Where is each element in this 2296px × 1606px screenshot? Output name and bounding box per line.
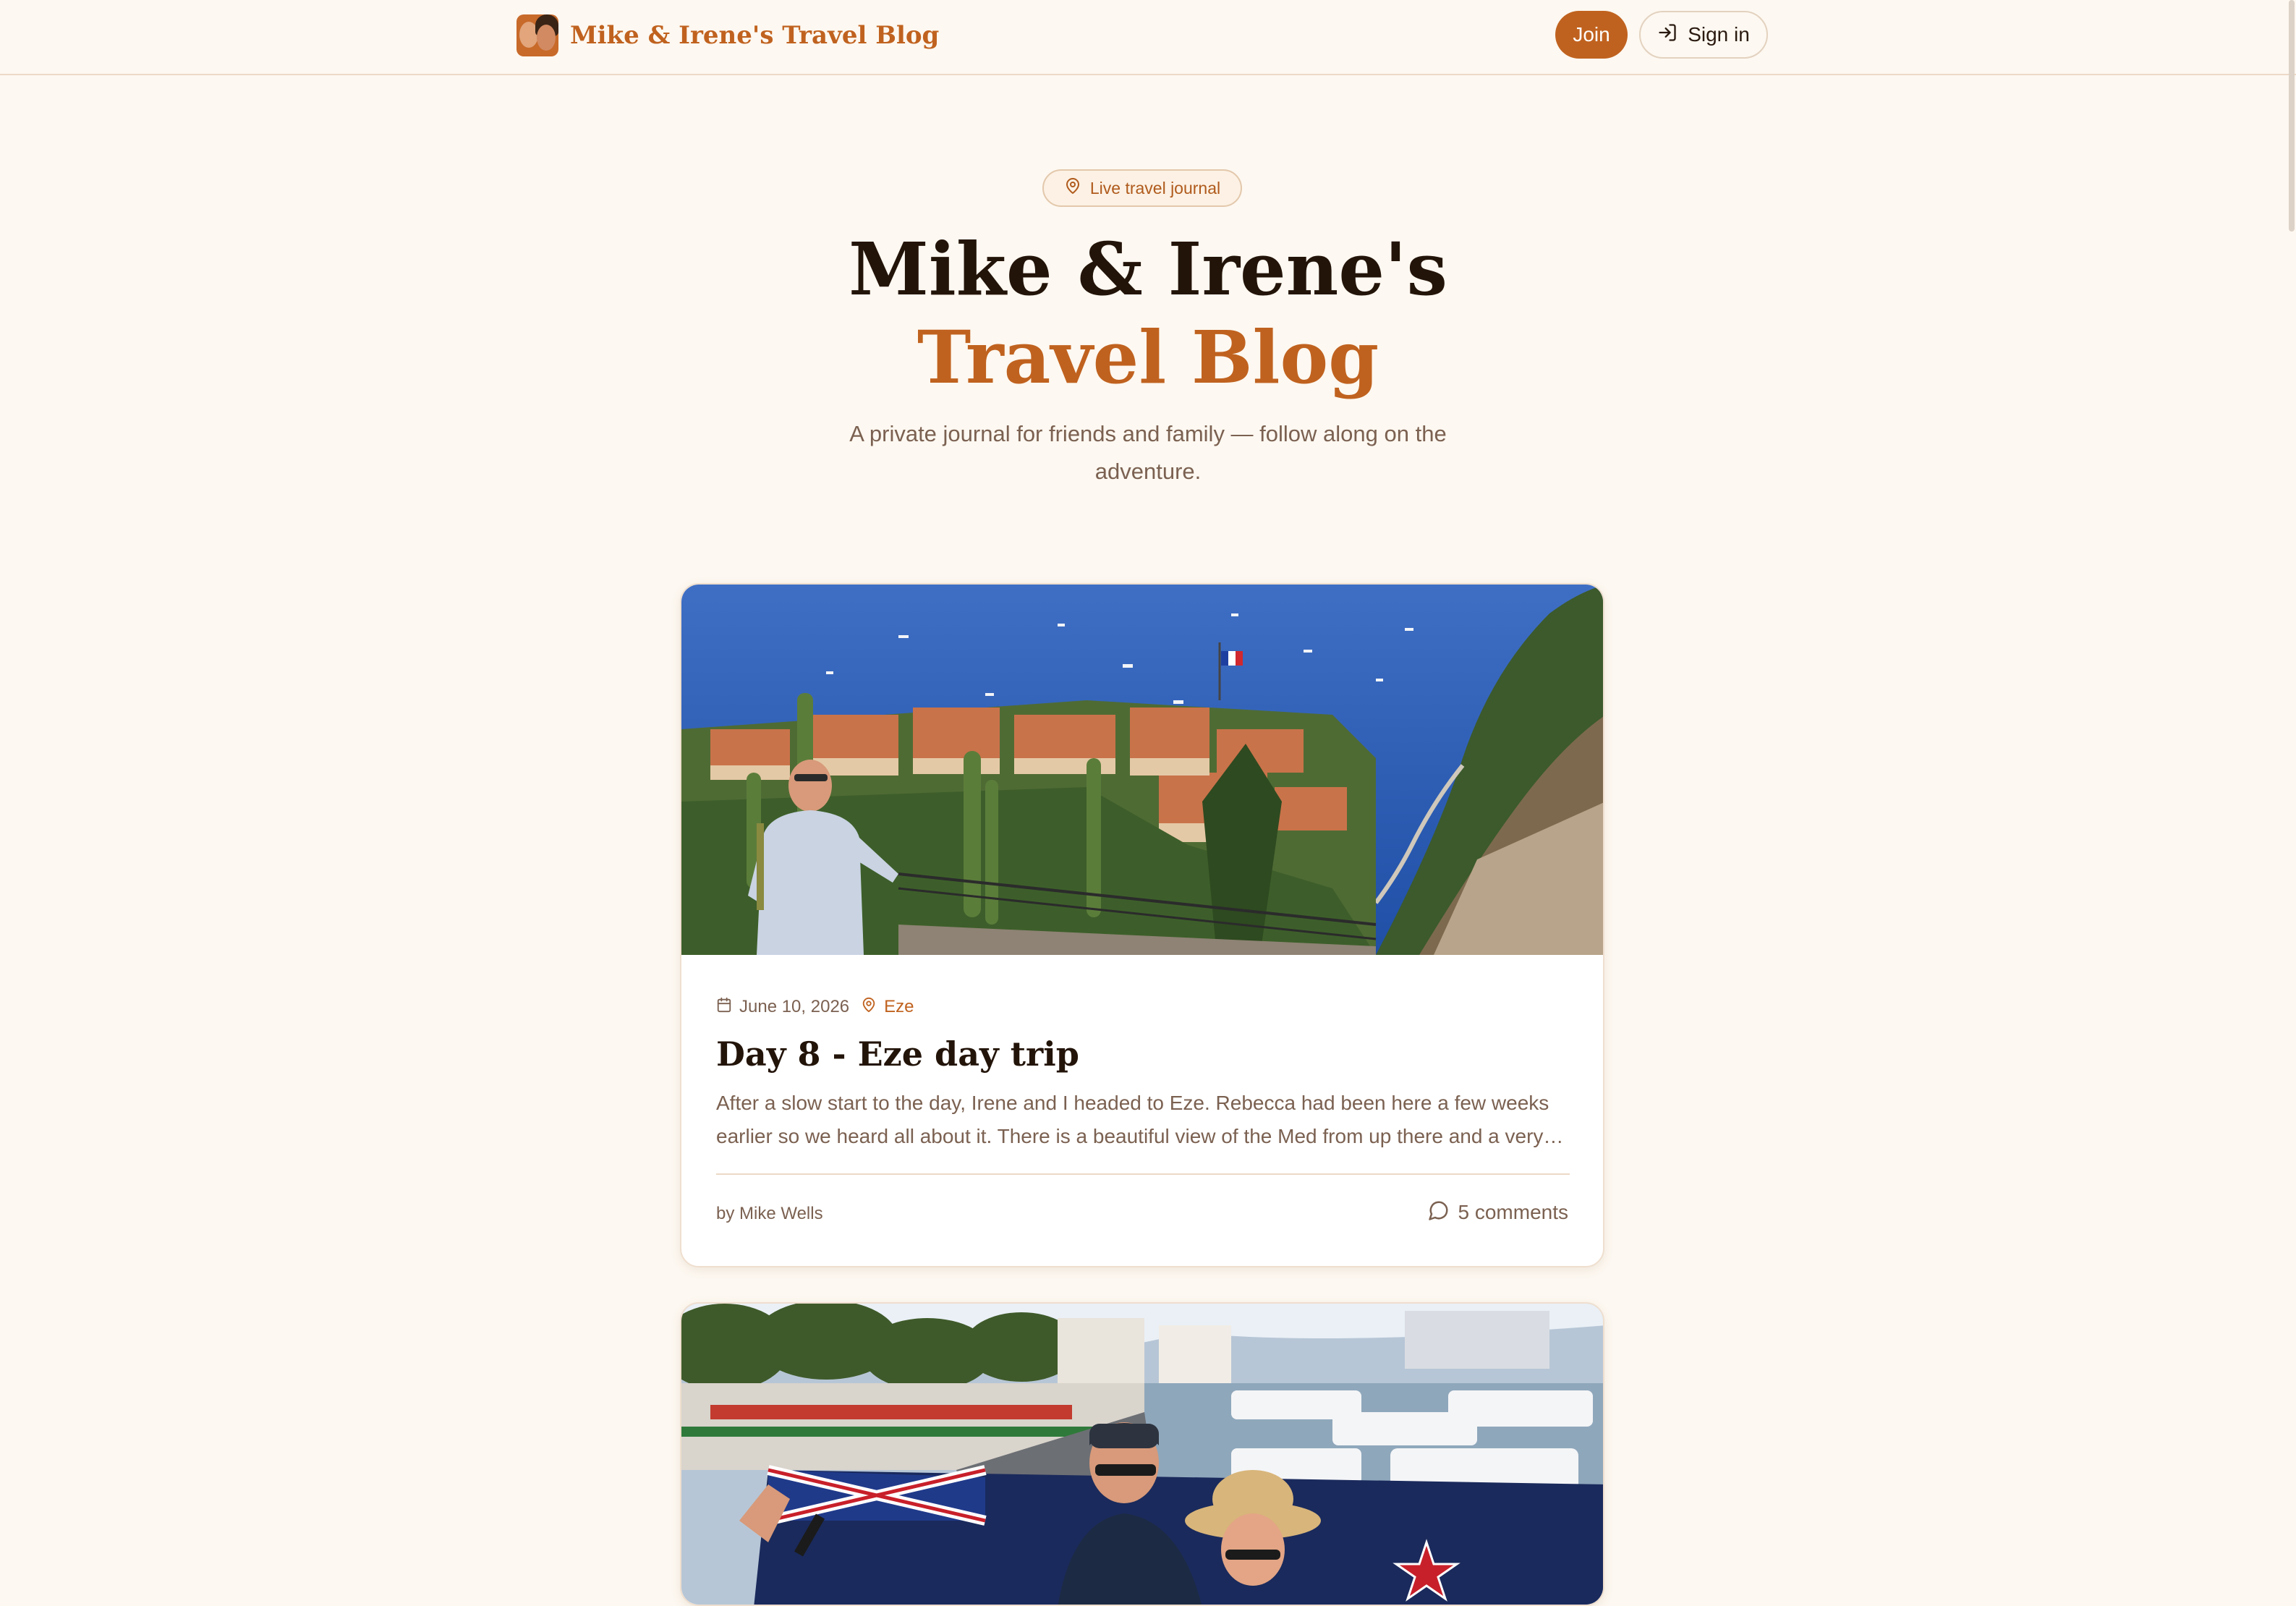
top-nav-bar: Mike & Irene's Travel Blog Join Sign in	[0, 0, 2296, 75]
post-cover-image	[681, 1304, 1603, 1605]
sign-in-button[interactable]: Sign in	[1639, 11, 1768, 59]
brand-avatar	[516, 14, 558, 56]
comments-count: 5 comments	[1458, 1201, 1569, 1223]
comment-bubble-icon	[1428, 1199, 1450, 1226]
post-cover-image	[681, 585, 1603, 955]
sign-in-label: Sign in	[1688, 23, 1750, 46]
post-card[interactable]: June 10, 2026 Eze Day 8 - Eze day trip A…	[680, 583, 1604, 1267]
post-meta: June 10, 2026 Eze	[716, 994, 914, 1020]
login-icon	[1657, 22, 1678, 48]
hero-title-accent: Travel Blog	[917, 315, 1379, 400]
hero-subtitle: A private journal for friends and family…	[849, 421, 1447, 484]
post-author: by Mike Wells	[716, 1204, 823, 1223]
map-pin-icon	[1064, 177, 1081, 199]
post-card[interactable]	[680, 1302, 1604, 1606]
post-excerpt: After a slow start to the day, Irene and…	[716, 1092, 1564, 1147]
post-location-link[interactable]: Eze	[884, 997, 914, 1017]
card-divider	[716, 1173, 1570, 1175]
badge-label: Live travel journal	[1089, 178, 1221, 197]
map-pin-icon	[861, 997, 877, 1018]
brand-home-link[interactable]: Mike & Irene's Travel Blog	[516, 14, 939, 56]
join-button[interactable]: Join	[1555, 11, 1628, 59]
page-scrollbar[interactable]	[2289, 0, 2295, 231]
hero-title: Mike & Irene's	[849, 226, 1447, 312]
live-journal-badge: Live travel journal	[1042, 169, 1242, 207]
brand-title: Mike & Irene's Travel Blog	[570, 21, 940, 50]
post-title[interactable]: Day 8 - Eze day trip	[716, 1029, 1079, 1079]
calendar-icon	[716, 997, 732, 1018]
comments-link[interactable]: 5 comments	[1428, 1198, 1569, 1227]
post-date: June 10, 2026	[739, 997, 850, 1016]
